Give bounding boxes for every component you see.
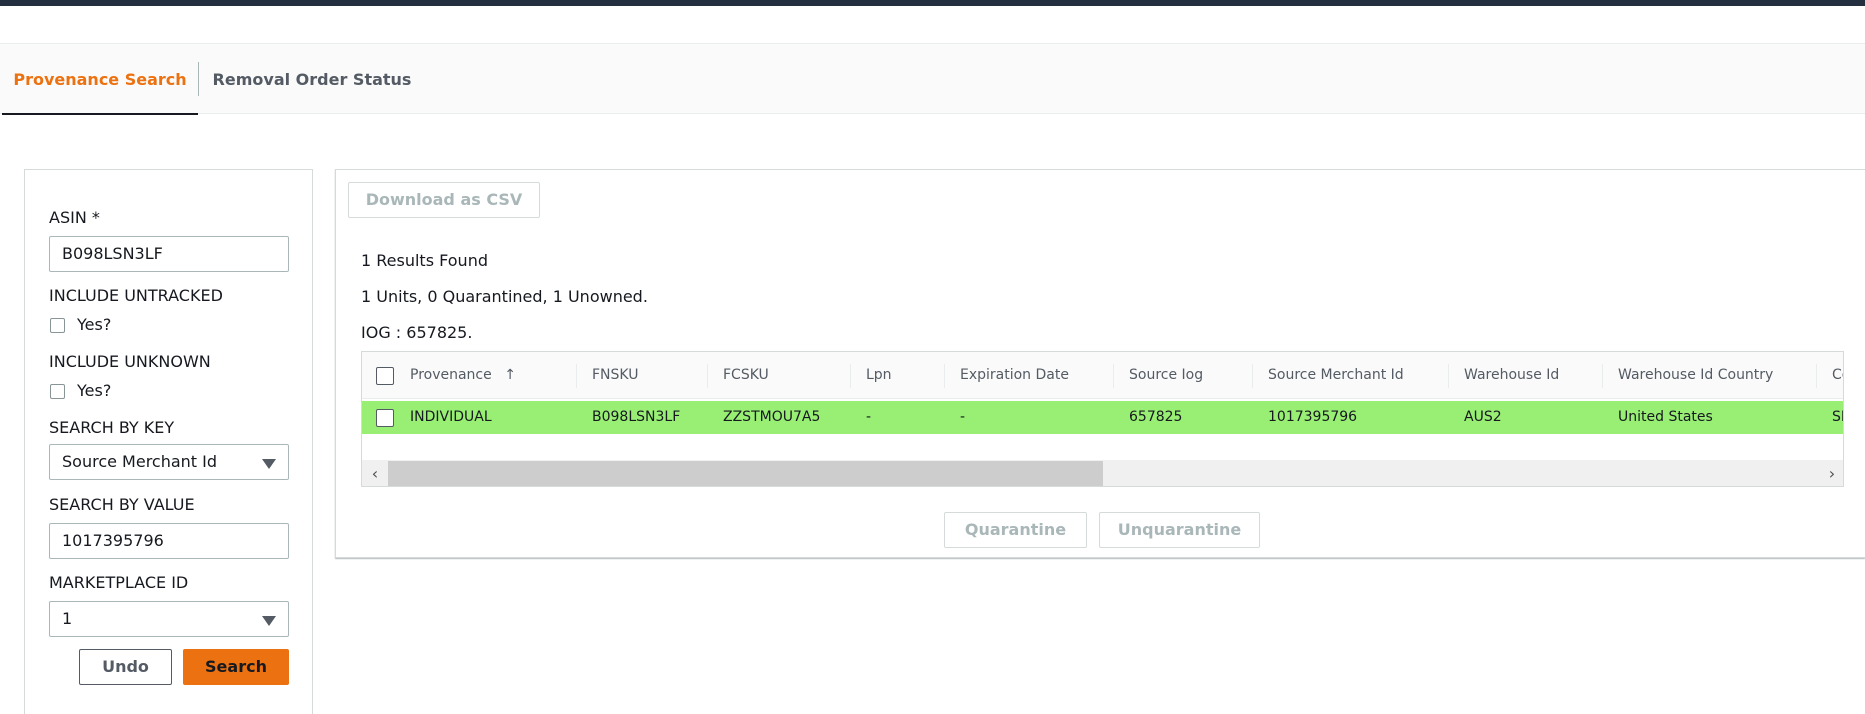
column-divider[interactable] xyxy=(707,364,708,388)
column-header-source-merchant-id[interactable]: Source Merchant Id xyxy=(1268,352,1404,399)
column-header-label: Provenance xyxy=(410,367,492,383)
caret-down-icon xyxy=(262,616,276,626)
column-divider[interactable] xyxy=(1602,364,1603,388)
cell-fnsku: B098LSN3LF xyxy=(592,409,681,425)
column-header-source-iog[interactable]: Source Iog xyxy=(1129,352,1203,399)
cell-co: SE xyxy=(1832,409,1843,425)
top-bar xyxy=(0,0,1865,6)
column-divider[interactable] xyxy=(944,364,945,388)
column-header-warehouse-id-country[interactable]: Warehouse Id Country xyxy=(1618,352,1773,399)
table-row[interactable]: INDIVIDUAL B098LSN3LF ZZSTMOU7A5 - - 657… xyxy=(362,401,1843,434)
tab-removal-order-status[interactable]: Removal Order Status xyxy=(212,44,412,115)
column-header-co[interactable]: Co xyxy=(1832,352,1843,399)
cell-source-merchant-id: 1017395796 xyxy=(1268,409,1358,425)
row-checkbox[interactable] xyxy=(376,409,394,427)
column-header-provenance[interactable]: Provenance ↑ xyxy=(410,352,516,399)
undo-button[interactable]: Undo xyxy=(79,649,172,685)
results-table: Provenance ↑ FNSKU FCSKU Lpn Expiration … xyxy=(361,351,1844,487)
table-header: Provenance ↑ FNSKU FCSKU Lpn Expiration … xyxy=(362,352,1843,399)
marketplace-id-value: 1 xyxy=(62,609,73,628)
results-panel: Download as CSV 1 Results Found 1 Units,… xyxy=(335,169,1865,558)
arrow-up-icon: ↑ xyxy=(504,367,516,383)
results-summary: 1 Units, 0 Quarantined, 1 Unowned. xyxy=(361,287,648,306)
caret-down-icon xyxy=(262,459,276,469)
include-unknown-checkbox[interactable] xyxy=(50,384,65,399)
tab-provenance-search[interactable]: Provenance Search xyxy=(2,44,198,115)
include-untracked-option-label: Yes? xyxy=(77,315,112,334)
include-unknown-label: INCLUDE UNKNOWN xyxy=(49,352,211,371)
download-csv-button[interactable]: Download as CSV xyxy=(348,182,540,218)
asin-label: ASIN * xyxy=(49,208,100,227)
column-divider[interactable] xyxy=(1252,364,1253,388)
search-key-select[interactable]: Source Merchant Id xyxy=(49,444,289,480)
cell-source-iog: 657825 xyxy=(1129,409,1183,425)
search-value-input[interactable]: 1017395796 xyxy=(49,523,289,559)
horizontal-scrollbar[interactable]: ‹ › xyxy=(362,460,1843,486)
column-header-fcsku[interactable]: FCSKU xyxy=(723,352,769,399)
marketplace-id-label: MARKETPLACE ID xyxy=(49,573,189,592)
column-header-warehouse-id[interactable]: Warehouse Id xyxy=(1464,352,1559,399)
cell-warehouse-id: AUS2 xyxy=(1464,409,1502,425)
iog-text: IOG : 657825. xyxy=(361,323,473,342)
search-key-label: SEARCH BY KEY xyxy=(49,418,175,437)
include-untracked-checkbox[interactable] xyxy=(50,318,65,333)
results-count: 1 Results Found xyxy=(361,251,488,270)
select-all-checkbox[interactable] xyxy=(376,367,394,385)
tab-bar: Provenance Search Removal Order Status xyxy=(0,43,1865,115)
quarantine-button[interactable]: Quarantine xyxy=(944,512,1087,548)
column-divider[interactable] xyxy=(576,364,577,388)
column-header-fnsku[interactable]: FNSKU xyxy=(592,352,638,399)
column-header-lpn[interactable]: Lpn xyxy=(866,352,892,399)
search-value-label: SEARCH BY VALUE xyxy=(49,495,195,514)
tab-divider xyxy=(198,62,199,96)
asin-input[interactable]: B098LSN3LF xyxy=(49,236,289,272)
column-divider[interactable] xyxy=(1448,364,1449,388)
search-form-panel: ASIN * B098LSN3LF INCLUDE UNTRACKED Yes?… xyxy=(24,169,313,714)
include-untracked-label: INCLUDE UNTRACKED xyxy=(49,286,223,305)
column-divider[interactable] xyxy=(1816,364,1817,388)
cell-fcsku: ZZSTMOU7A5 xyxy=(723,409,821,425)
column-divider[interactable] xyxy=(850,364,851,388)
include-unknown-option-label: Yes? xyxy=(77,381,112,400)
marketplace-id-select[interactable]: 1 xyxy=(49,601,289,637)
scroll-right-icon[interactable]: › xyxy=(1821,460,1843,486)
column-header-expiration-date[interactable]: Expiration Date xyxy=(960,352,1069,399)
cell-lpn: - xyxy=(866,409,872,425)
column-divider[interactable] xyxy=(1113,364,1114,388)
search-button[interactable]: Search xyxy=(183,649,289,685)
cell-provenance: INDIVIDUAL xyxy=(410,409,492,425)
cell-warehouse-id-country: United States xyxy=(1618,409,1713,425)
cell-expiration-date: - xyxy=(960,409,966,425)
scroll-left-icon[interactable]: ‹ xyxy=(364,460,386,486)
unquarantine-button[interactable]: Unquarantine xyxy=(1099,512,1260,548)
scrollbar-thumb[interactable] xyxy=(388,461,1103,486)
search-key-value: Source Merchant Id xyxy=(62,452,218,471)
